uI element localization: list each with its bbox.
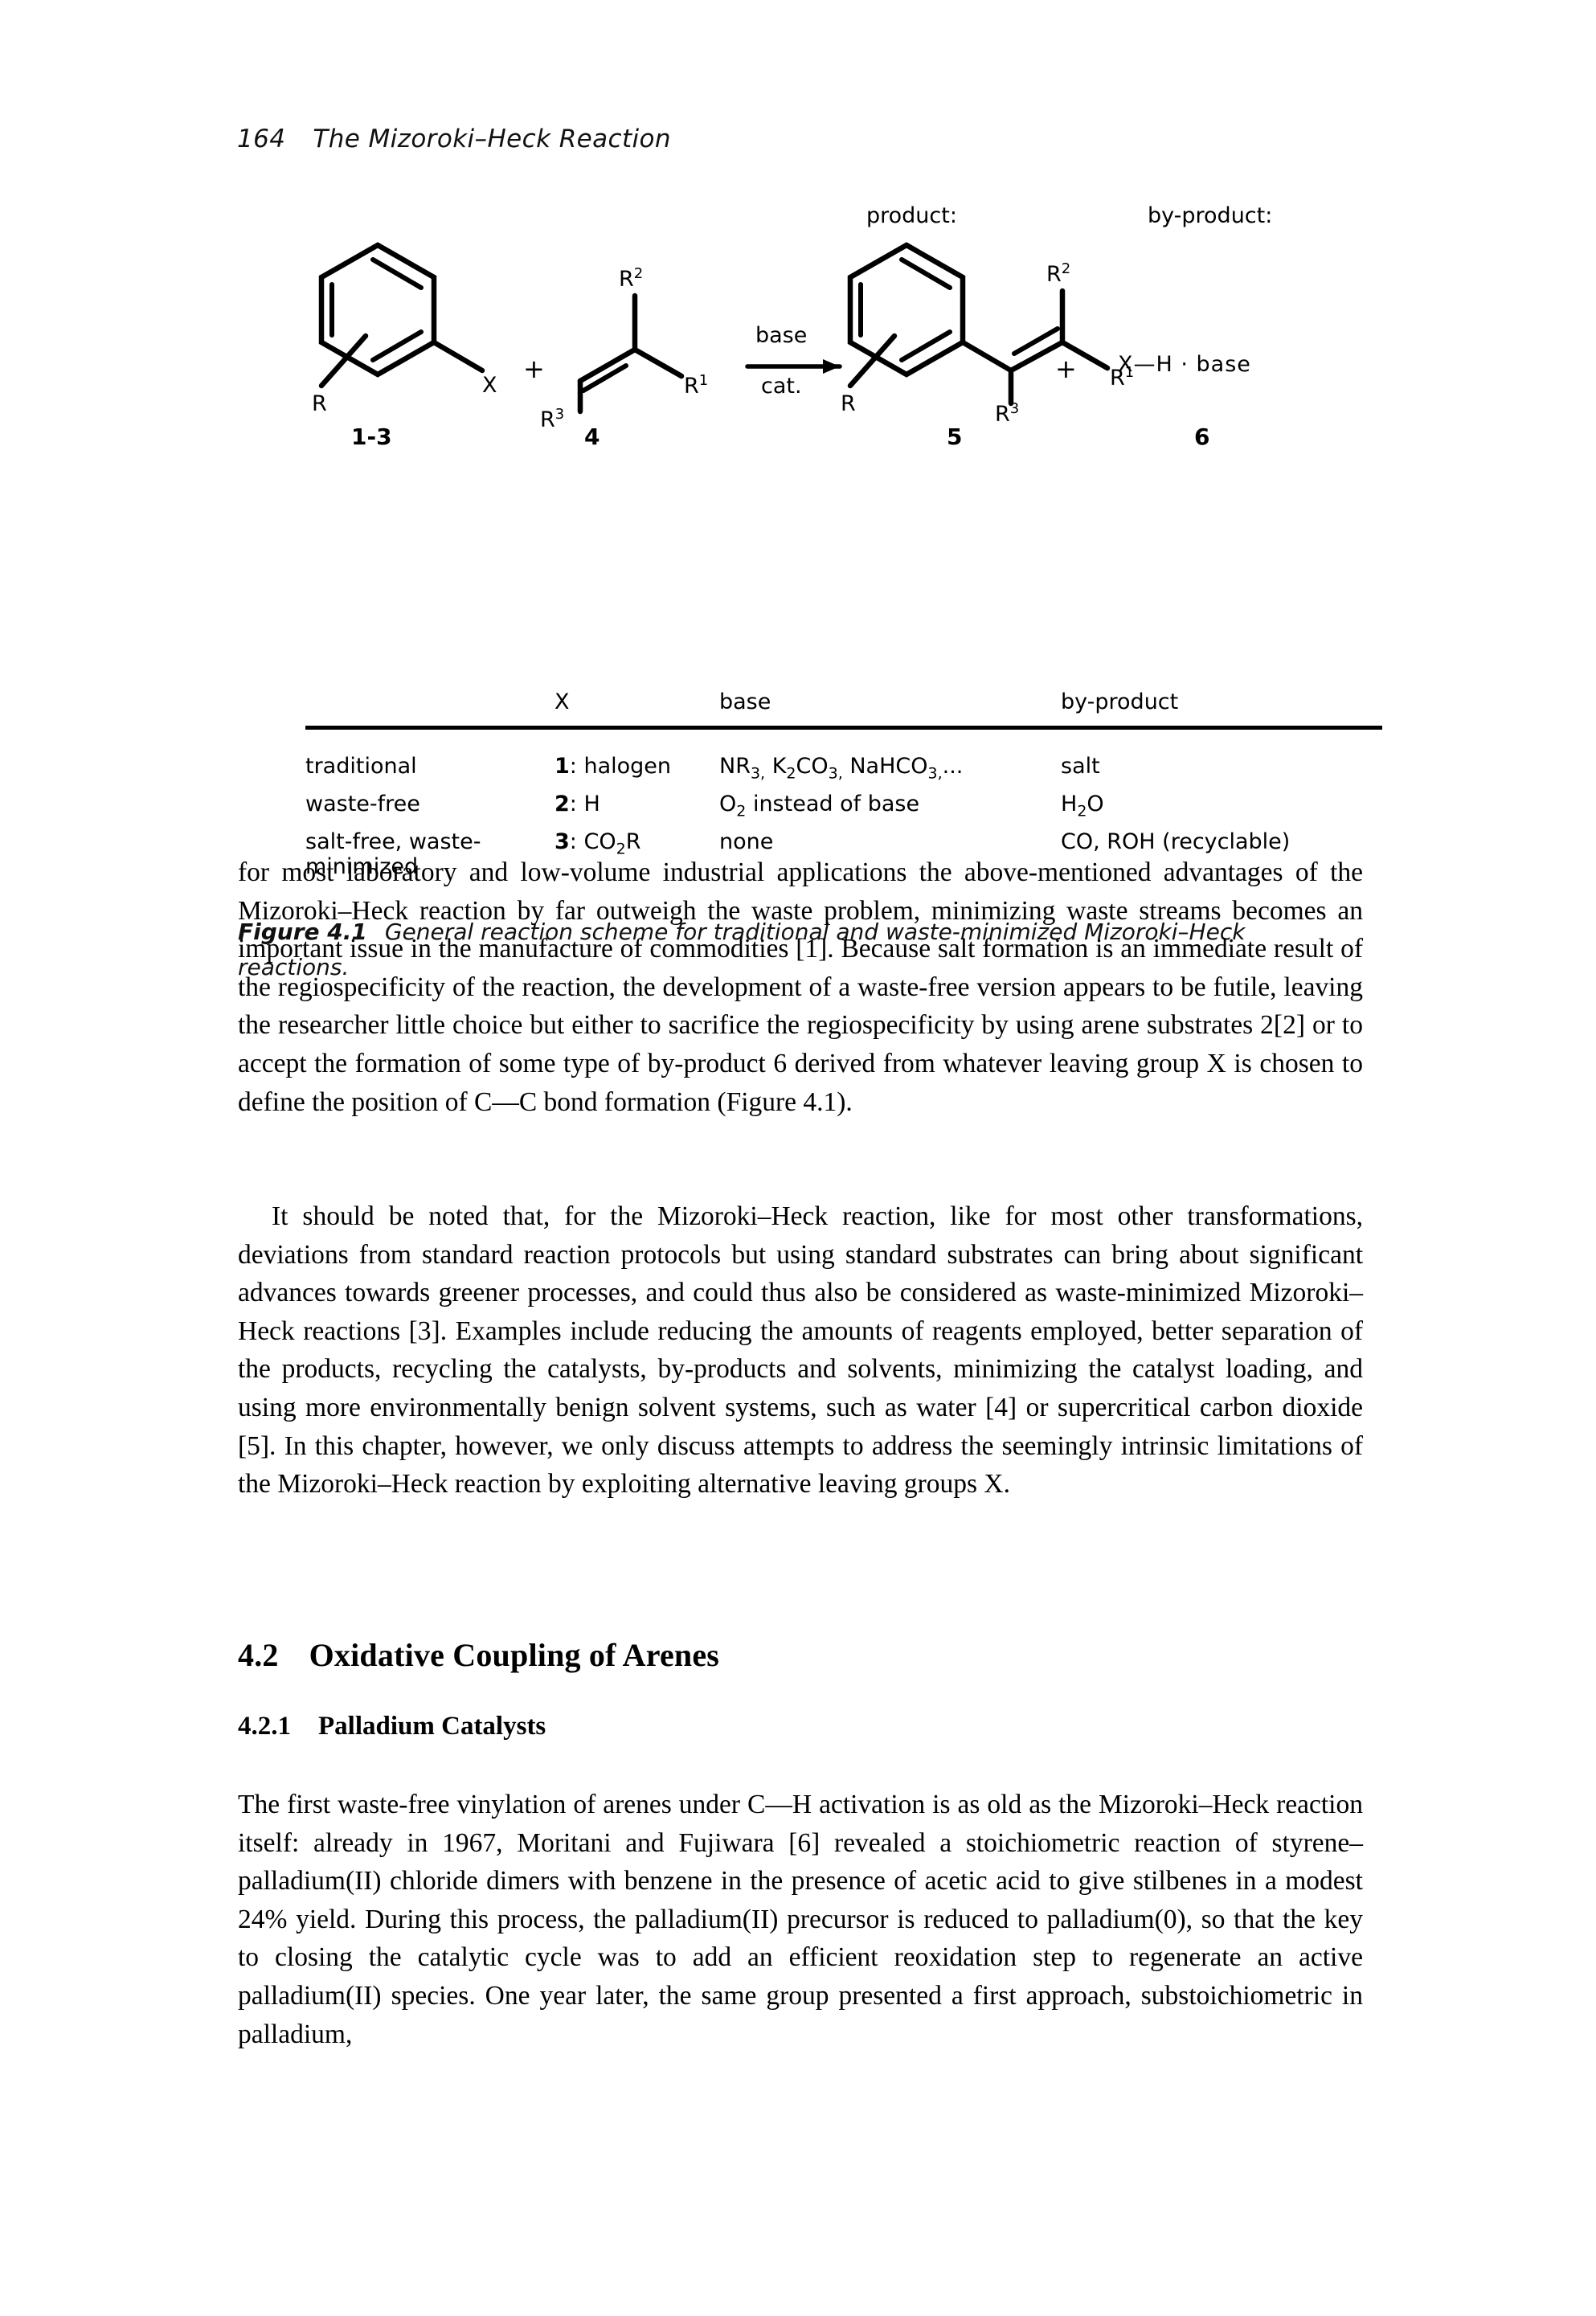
- subsection-heading: 4.2.1 Palladium Catalysts: [238, 1712, 546, 1741]
- document-page: 164 The Mizoroki–Heck Reaction R X 1-3 +…: [0, 0, 1596, 2316]
- reactant2-r2-label: R2: [619, 265, 644, 293]
- cell-x: 1: halogen: [555, 754, 672, 779]
- product-r3-label: R3: [995, 400, 1020, 428]
- figure-table: X base by-product traditional 1: halogen…: [305, 689, 1382, 881]
- product-r2-label: R2: [1046, 260, 1071, 288]
- cell-byproduct: H2O: [1061, 792, 1104, 820]
- body-paragraph-1-wrapper: for most laboratory and low-volume indus…: [238, 853, 1363, 1121]
- byproduct-compound-number: 6: [1194, 424, 1210, 450]
- body-paragraph-1: for most laboratory and low-volume indus…: [238, 857, 1363, 1117]
- section-heading: 4.2 Oxidative Coupling of Arenes: [238, 1636, 719, 1674]
- reactant1-compound-number: 1-3: [351, 424, 392, 450]
- reactant2-compound-number: 4: [584, 424, 600, 450]
- body-paragraph-2-wrapper: It should be noted that, for the Mizorok…: [238, 1197, 1363, 1504]
- section-title: Oxidative Coupling of Arenes: [309, 1637, 720, 1673]
- scheme-comparison-table: X base by-product traditional 1: halogen…: [305, 689, 1382, 881]
- byproduct-formula: X—H · base: [1118, 352, 1251, 377]
- reaction-scheme: R X 1-3 + R2 R1 R3 4 base cat. product: …: [0, 201, 1596, 458]
- product-compound-number: 5: [947, 424, 963, 450]
- reactant1-r-label: R: [312, 391, 327, 416]
- subsection-number: 4.2.1: [238, 1712, 291, 1741]
- reactant1-x-label: X: [482, 373, 497, 398]
- product-header: product:: [866, 203, 957, 228]
- arrow-label-base: base: [755, 323, 808, 348]
- col-header-byproduct: by-product: [1061, 689, 1179, 714]
- cell-base: O2 instead of base: [719, 792, 920, 820]
- cell-byproduct: salt: [1061, 754, 1100, 779]
- table-head: X base by-product: [305, 689, 1382, 728]
- plus-sign-2: +: [1055, 354, 1077, 384]
- reactant2-r3-label: R3: [540, 406, 565, 433]
- col-header-x: X: [555, 689, 570, 714]
- cell-x: 2: H: [555, 792, 600, 816]
- arrow-label-cat: cat.: [761, 374, 802, 399]
- body-paragraph-3: The first waste-free vinylation of arene…: [238, 1790, 1363, 2049]
- section-number: 4.2: [238, 1637, 279, 1673]
- product-r-label: R: [841, 391, 856, 416]
- figure-4-1: R X 1-3 + R2 R1 R3 4 base cat. product: …: [0, 201, 1596, 980]
- running-head-title: The Mizoroki–Heck Reaction: [313, 125, 671, 153]
- cell-category: waste-free: [305, 792, 420, 816]
- running-head: 164 The Mizoroki–Heck Reaction: [237, 125, 671, 153]
- cell-base: NR3, K2CO3, NaHCO3,...: [719, 754, 964, 783]
- table-row: waste-free 2: H O2 instead of base H2O: [305, 780, 1382, 820]
- table-row: traditional 1: halogen NR3, K2CO3, NaHCO…: [305, 728, 1382, 781]
- body-paragraph-2: It should be noted that, for the Mizorok…: [238, 1201, 1363, 1500]
- reactant2-r1-label: R1: [684, 372, 709, 399]
- cell-category: traditional: [305, 754, 417, 779]
- col-header-category: [305, 689, 555, 728]
- col-header-base: base: [719, 689, 771, 714]
- plus-sign-1: +: [523, 354, 545, 384]
- subsection-title: Palladium Catalysts: [318, 1712, 546, 1741]
- page-number: 164: [237, 125, 286, 153]
- body-paragraph-3-wrapper: The first waste-free vinylation of arene…: [238, 1786, 1363, 2053]
- byproduct-header: by-product:: [1148, 203, 1273, 228]
- table-header-row: X base by-product: [305, 689, 1382, 728]
